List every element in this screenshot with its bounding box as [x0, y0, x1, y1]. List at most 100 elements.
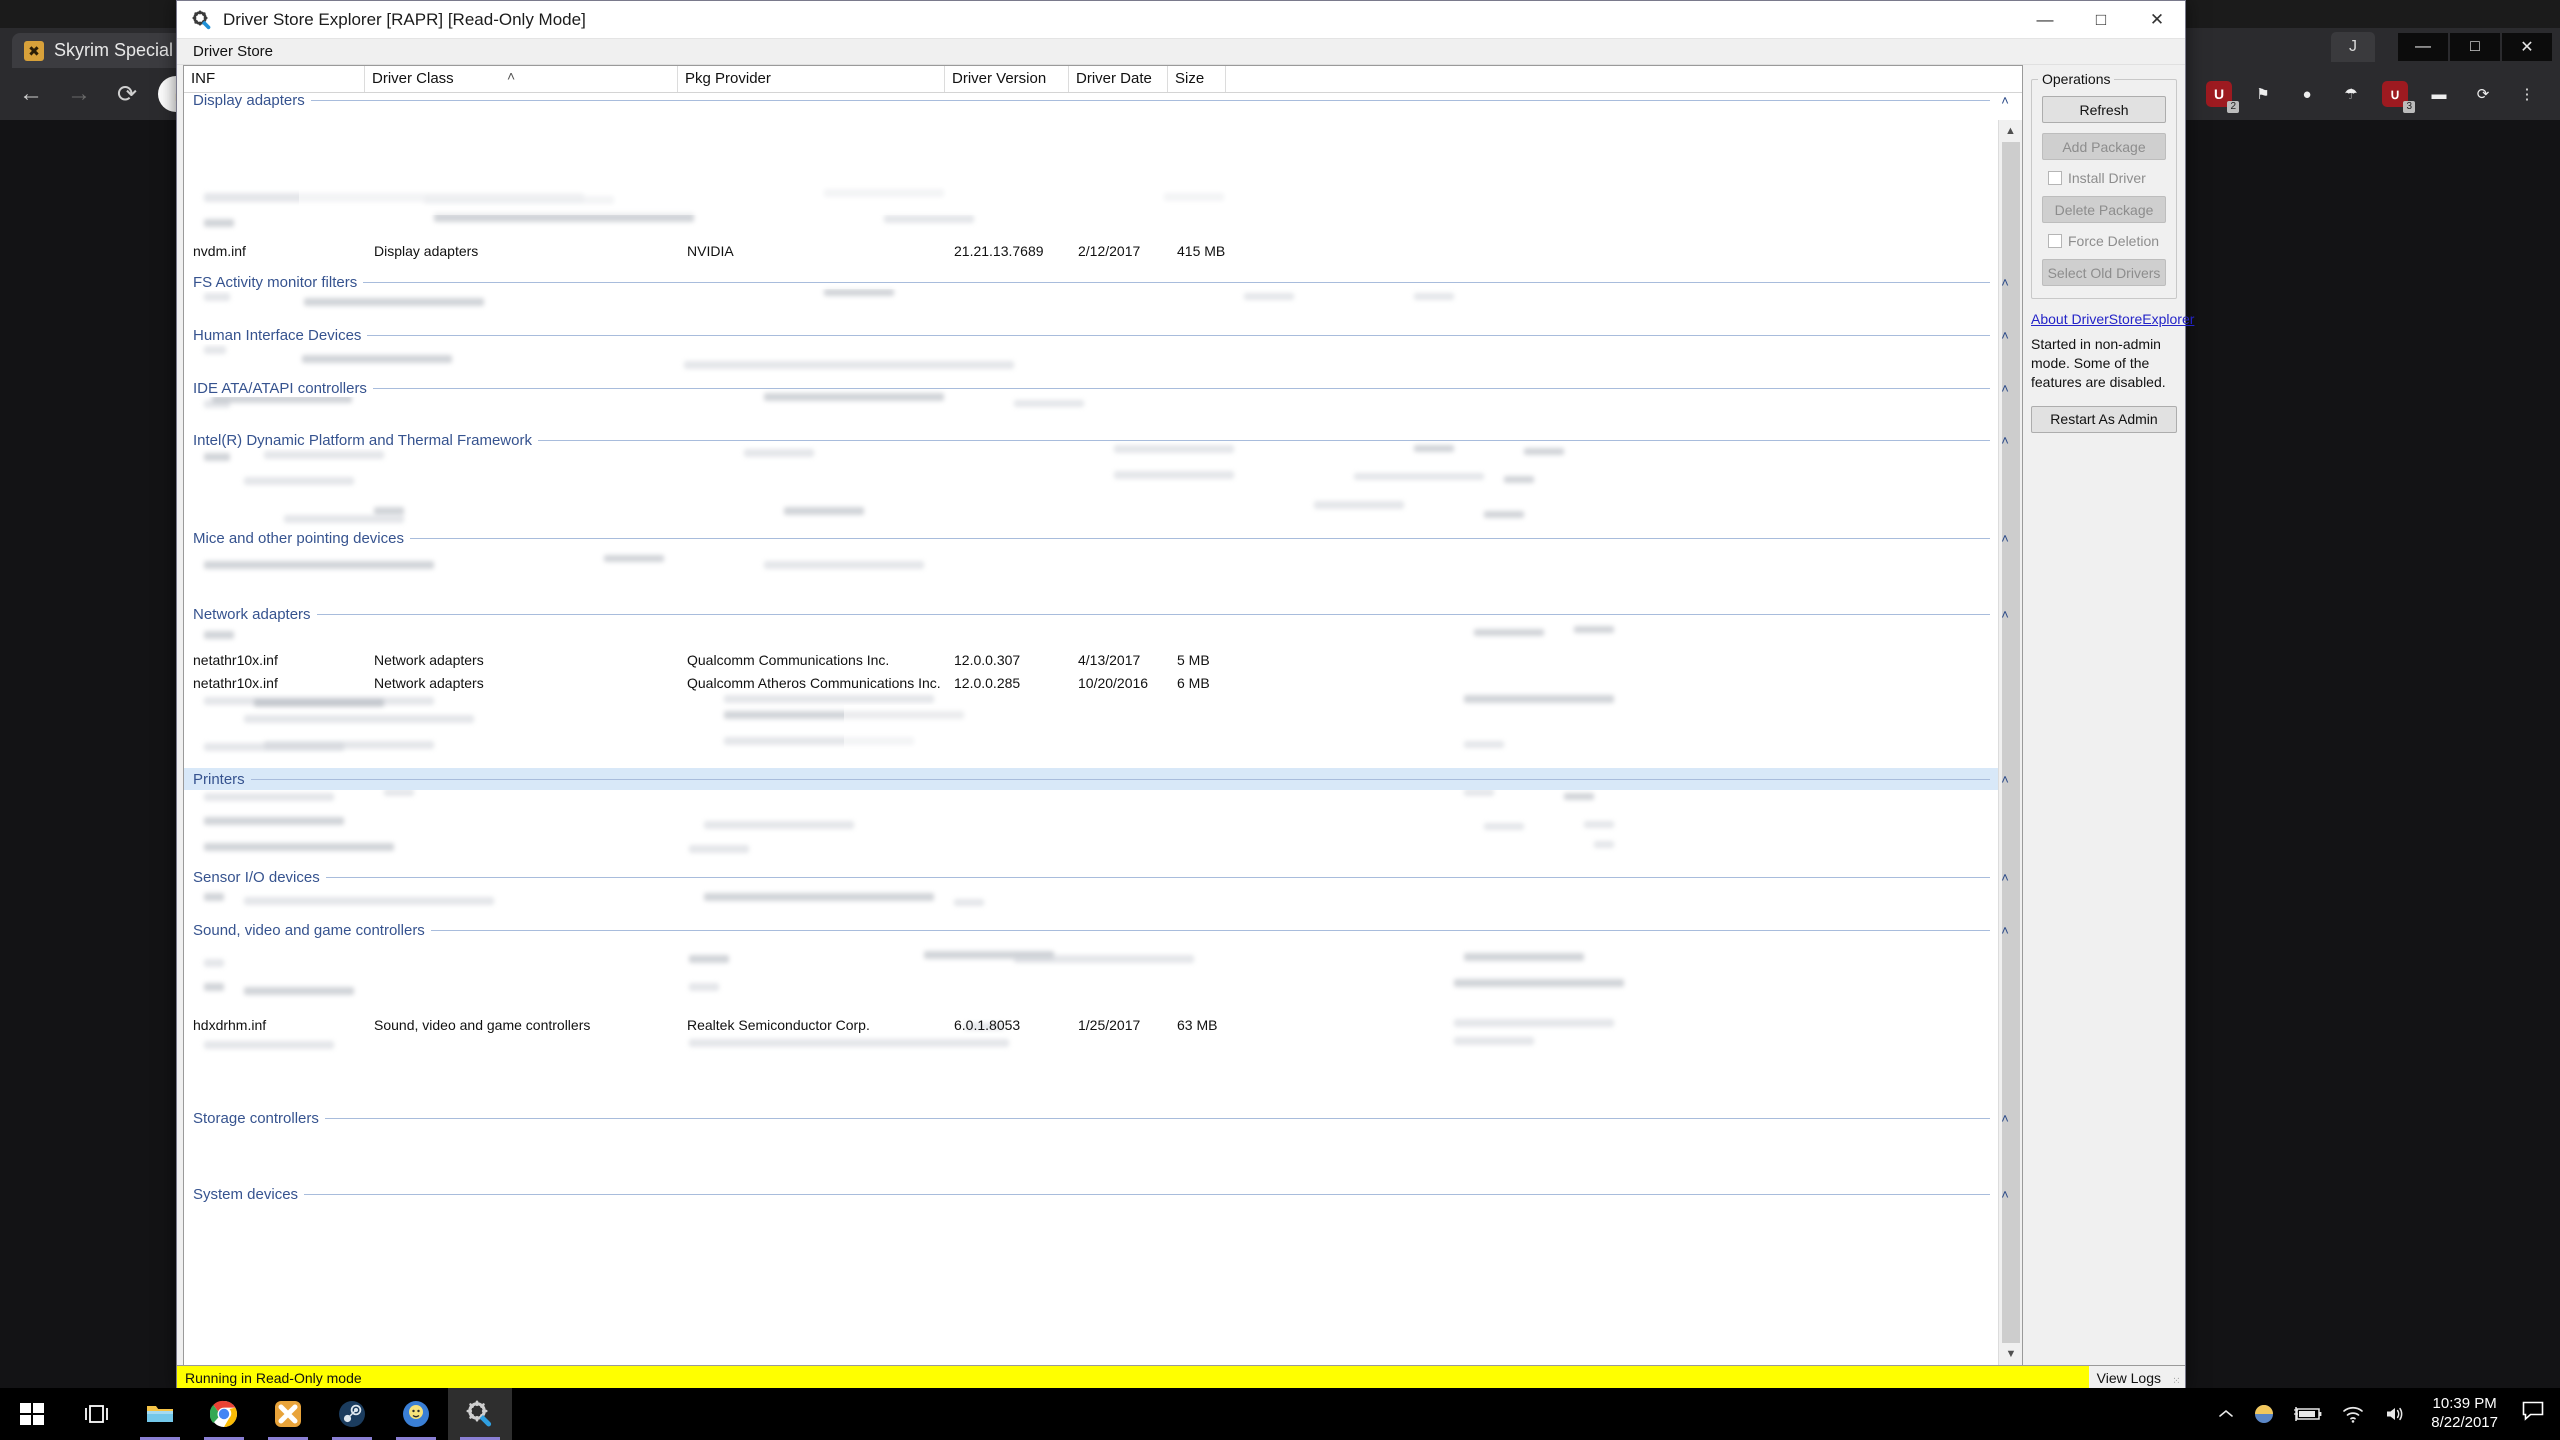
wifi-icon[interactable]	[2341, 1404, 2365, 1424]
group-collapse-chevron-icon[interactable]: ˄	[1994, 93, 2016, 108]
browser-maximize-button[interactable]: □	[2450, 33, 2500, 61]
group-header[interactable]: Intel(R) Dynamic Platform and Thermal Fr…	[184, 429, 2022, 451]
group-collapse-chevron-icon[interactable]: ˄	[1994, 275, 2016, 290]
select-old-drivers-button[interactable]: Select Old Drivers	[2042, 259, 2166, 286]
show-hidden-icons-button[interactable]	[2217, 1407, 2235, 1421]
fallout-icon[interactable]	[384, 1388, 448, 1440]
maximize-button[interactable]: □	[2073, 1, 2129, 38]
ublock-icon-2[interactable]: ∪ 3	[2380, 79, 2410, 109]
column-header-inf[interactable]: INF	[184, 66, 365, 92]
scrollbar-thumb[interactable]	[2002, 142, 2020, 1365]
group-header[interactable]: IDE ATA/ATAPI controllers ˄	[184, 377, 2022, 399]
table-row[interactable]: netathr10x.inf Network adapters Qualcomm A…	[184, 674, 2022, 692]
minimize-button[interactable]: —	[2017, 1, 2073, 38]
group-collapse-chevron-icon[interactable]: ˄	[1994, 923, 2016, 938]
action-center-button[interactable]	[2522, 1401, 2550, 1427]
column-header-driver-class[interactable]: Driver Class	[365, 66, 678, 92]
column-header-driver-version[interactable]: Driver Version	[945, 66, 1069, 92]
browser-reload-button[interactable]: ⟳	[110, 77, 144, 111]
group-collapse-chevron-icon[interactable]: ˄	[1994, 607, 2016, 622]
group-collapse-chevron-icon[interactable]: ˄	[1994, 433, 2016, 448]
vertical-scrollbar[interactable]: ▲ ▼	[1998, 120, 2022, 1365]
browser-window-controls[interactable]: — □ ✕	[2398, 30, 2552, 64]
group-header[interactable]: Display adapters ˄	[184, 93, 2022, 111]
blurred-row-artifact	[704, 893, 934, 901]
browser-back-button[interactable]: ←	[14, 77, 48, 111]
blur-band	[299, 153, 1359, 215]
extension-icon[interactable]: ⚑	[2248, 79, 2278, 109]
resize-grip[interactable]: ⁙	[2169, 1366, 2185, 1389]
browser-minimize-button[interactable]: —	[2398, 33, 2448, 61]
group-header[interactable]: Human Interface Devices ˄	[184, 324, 2022, 346]
column-header-pkg-provider[interactable]: Pkg Provider	[678, 66, 945, 92]
blurred-row-artifact	[1244, 293, 1294, 300]
group-header[interactable]: Network adapters ˄	[184, 603, 2022, 625]
table-row[interactable]: nvdm.inf Display adapters NVIDIA 21.21.13.7…	[184, 242, 2022, 260]
driver-store-explorer-icon[interactable]	[448, 1388, 512, 1440]
battery-charging-icon[interactable]	[2293, 1405, 2323, 1423]
browser-profile-button[interactable]: J	[2331, 32, 2375, 62]
about-driverstoreexplorer-link[interactable]: About DriverStoreExplorer	[2031, 311, 2177, 327]
table-row[interactable]: hdxdrhm.inf Sound, video and game control…	[184, 1016, 2022, 1034]
group-collapse-chevron-icon[interactable]: ˄	[1994, 1187, 2016, 1202]
extension-icon-3[interactable]: ▬	[2424, 79, 2454, 109]
cell-prov: Realtek Semiconductor Corp.	[687, 1017, 870, 1033]
menu-item-driver-store[interactable]: Driver Store	[185, 43, 281, 60]
force-deletion-checkbox[interactable]: Force Deletion	[2048, 233, 2166, 249]
group-header-label: Sensor I/O devices	[193, 869, 326, 886]
extension-icon-2[interactable]: ☂	[2336, 79, 2366, 109]
group-header[interactable]: FS Activity monitor filters ˄	[184, 271, 2022, 293]
extension-shield-icon[interactable]: ●	[2292, 79, 2322, 109]
ublock-origin-icon[interactable]: U2	[2204, 79, 2234, 109]
browser-close-button[interactable]: ✕	[2502, 33, 2552, 61]
group-collapse-chevron-icon[interactable]: ˄	[1994, 870, 2016, 885]
volume-icon[interactable]	[2383, 1404, 2407, 1424]
file-explorer-icon[interactable]	[128, 1388, 192, 1440]
group-header-label: Mice and other pointing devices	[193, 530, 410, 547]
refresh-button[interactable]: Refresh	[2042, 96, 2166, 123]
scroll-up-button[interactable]: ▲	[1999, 120, 2023, 142]
add-package-button[interactable]: Add Package	[2042, 133, 2166, 160]
group-collapse-chevron-icon[interactable]: ˄	[1994, 531, 2016, 546]
extension-refresh-icon[interactable]: ⟳	[2468, 79, 2498, 109]
column-header-driver-date[interactable]: Driver Date	[1069, 66, 1168, 92]
scroll-down-button[interactable]: ▼	[1999, 1343, 2022, 1365]
blurred-row-artifact	[1584, 821, 1614, 828]
blurred-row-artifact	[1164, 193, 1224, 201]
group-header[interactable]: Mice and other pointing devices ˄	[184, 527, 2022, 549]
cell-cls: Display adapters	[374, 243, 478, 259]
google-chrome-icon[interactable]	[192, 1388, 256, 1440]
start-button[interactable]	[0, 1388, 64, 1440]
taskbar-clock[interactable]: 10:39 PM 8/22/2017	[2425, 1395, 2504, 1433]
group-header[interactable]: Sound, video and game controllers ˄	[184, 919, 2022, 941]
group-collapse-chevron-icon[interactable]: ˄	[1994, 328, 2016, 343]
delete-package-button[interactable]: Delete Package	[2042, 196, 2166, 223]
browser-forward-button[interactable]: →	[62, 77, 96, 111]
restart-as-admin-button[interactable]: Restart As Admin	[2031, 406, 2177, 433]
blurred-row-artifact	[1454, 979, 1624, 987]
group-collapse-chevron-icon[interactable]: ˄	[1994, 1111, 2016, 1126]
table-row[interactable]: netathr10x.inf Network adapters Qualcomm C…	[184, 651, 2022, 669]
group-header-rule	[367, 335, 1990, 336]
view-logs-button[interactable]: View Logs	[2089, 1366, 2169, 1389]
group-header-label: Sound, video and game controllers	[193, 922, 431, 939]
driver-rows-container[interactable]: Display adapters ˄ FS Activity monitor fil…	[184, 93, 2022, 1365]
column-header-size[interactable]: Size	[1168, 66, 1226, 92]
group-collapse-chevron-icon[interactable]: ˄	[1994, 772, 2016, 787]
install-driver-checkbox[interactable]: Install Driver	[2048, 170, 2166, 186]
task-view-button[interactable]	[64, 1388, 128, 1440]
group-header-rule	[325, 1118, 1990, 1119]
steam-icon[interactable]	[320, 1388, 384, 1440]
nexus-mod-manager-icon[interactable]	[256, 1388, 320, 1440]
group-header[interactable]: Storage controllers ˄	[184, 1107, 2022, 1129]
window-titlebar[interactable]: Driver Store Explorer [RAPR] [Read-Only …	[177, 1, 2185, 39]
browser-menu-icon[interactable]: ⋮	[2512, 79, 2542, 109]
group-header[interactable]: Printers ˄	[184, 768, 2022, 790]
column-header-filler	[1226, 66, 2022, 92]
night-light-icon[interactable]	[2253, 1403, 2275, 1425]
group-header[interactable]: System devices ˄	[184, 1183, 2022, 1205]
group-header[interactable]: Sensor I/O devices ˄	[184, 866, 2022, 888]
group-collapse-chevron-icon[interactable]: ˄	[1994, 381, 2016, 396]
close-button[interactable]: ✕	[2129, 1, 2185, 38]
blurred-row-artifact	[264, 451, 384, 459]
